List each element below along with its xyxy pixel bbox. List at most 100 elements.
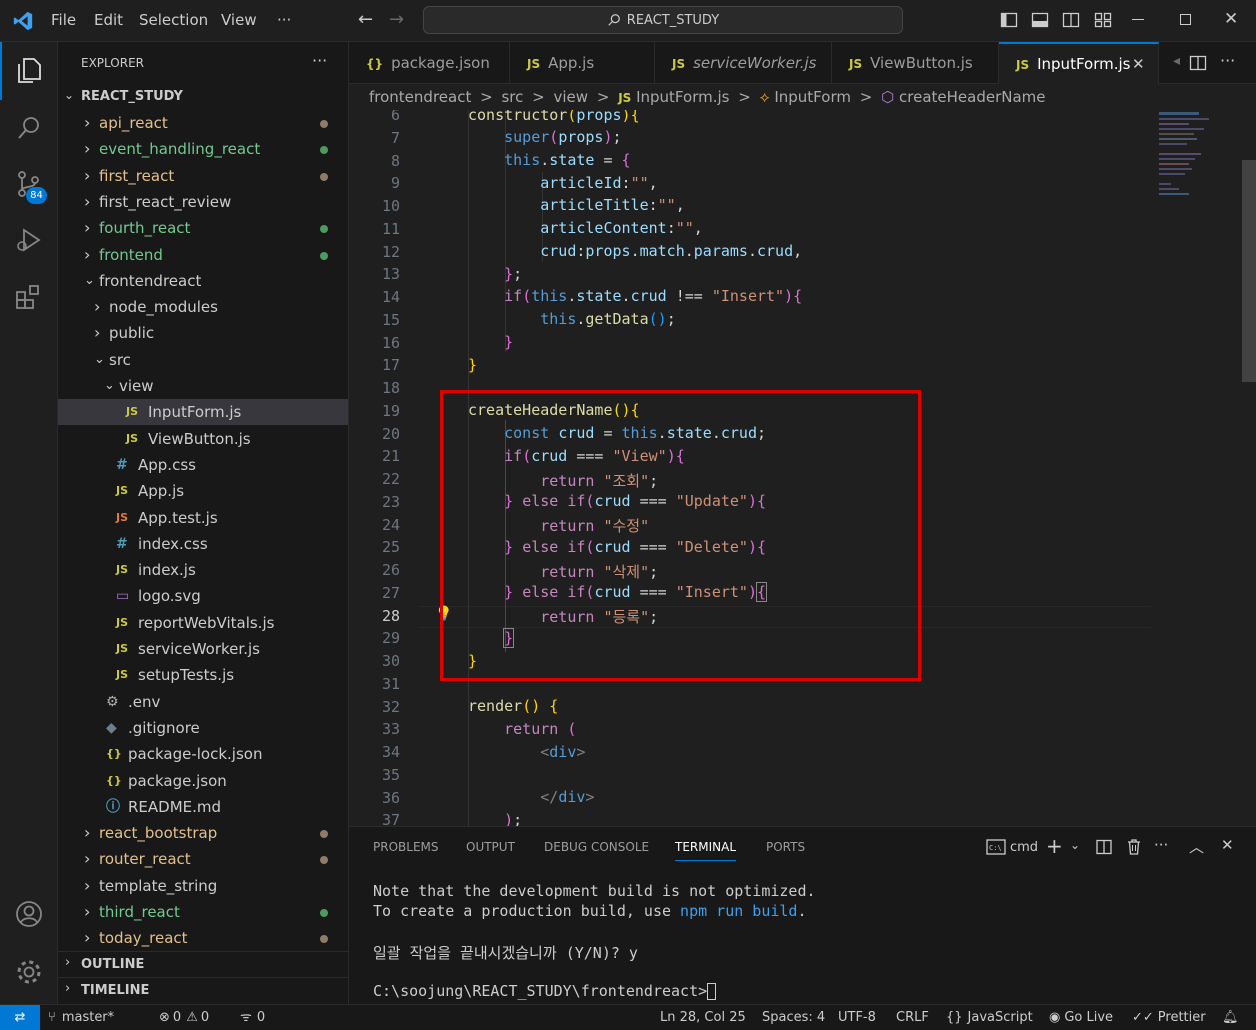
crumb-frontendreact[interactable]: frontendreact [369, 88, 471, 106]
code-editor[interactable]: 6 7 8 9 10 11 12 13 14 15 16 17 18 19 20 21 22 23 24 25 26 27… [349, 110, 1256, 826]
tree-file[interactable]: JS App.js [58, 478, 348, 504]
end-of-line[interactable]: CRLF [896, 1005, 929, 1030]
prettier-status[interactable]: ✓✓ Prettier [1132, 1005, 1206, 1030]
tree-file[interactable]: ⓘ README.md [58, 794, 348, 820]
tree-file[interactable]: ⚙ .env [58, 689, 348, 715]
tree-folder[interactable]: › node_modules [58, 294, 348, 320]
crumb-class[interactable]: InputForm [774, 88, 851, 106]
tree-folder[interactable]: › template_string [58, 873, 348, 899]
search-sidebar-icon[interactable] [13, 112, 45, 144]
crumb-method[interactable]: createHeaderName [899, 88, 1045, 106]
tab-output[interactable]: OUTPUT [466, 840, 515, 854]
notifications-bell-icon[interactable]: 🔔︎ [1222, 1005, 1239, 1030]
remote-indicator-icon[interactable]: ⇄ [0, 1005, 40, 1030]
explorer-icon[interactable] [13, 54, 45, 86]
tree-folder[interactable]: › router_react [58, 846, 348, 872]
tree-file[interactable]: # App.css [58, 452, 348, 478]
tree-file[interactable]: # index.css [58, 531, 348, 557]
panel-more-icon[interactable]: ··· [1154, 836, 1168, 854]
tree-folder[interactable]: › public [58, 320, 348, 346]
editor-scrollbar-thumb[interactable] [1242, 160, 1256, 382]
explorer-more-icon[interactable]: ··· [312, 51, 327, 70]
tree-folder[interactable]: › api_react [58, 110, 348, 136]
tree-folder[interactable]: ⌄ view [58, 373, 348, 399]
terminal-prompt[interactable]: C:\soojung\REACT_STUDY\frontendreact> [373, 982, 717, 1000]
tree-file[interactable]: ▭ logo.svg [58, 583, 348, 609]
tree-folder[interactable]: › third_react [58, 899, 348, 925]
workspace-root[interactable]: ⌄ REACT_STUDY [58, 84, 348, 110]
tree-file[interactable]: {} package-lock.json [58, 741, 348, 767]
editor-more-icon[interactable]: ··· [1220, 51, 1235, 70]
tab-app-js[interactable]: JS App.js [510, 42, 655, 84]
tree-file[interactable]: JS serviceWorker.js [58, 636, 348, 662]
accounts-icon[interactable] [13, 898, 45, 930]
tree-folder[interactable]: › fourth_react [58, 215, 348, 241]
tree-folder[interactable]: › today_react [58, 925, 348, 951]
customize-layout-icon[interactable] [1094, 11, 1112, 29]
tree-folder[interactable]: ⌄ frontendreact [58, 268, 348, 294]
tree-folder[interactable]: › event_handling_react [58, 136, 348, 162]
go-live-button[interactable]: ◉ Go Live [1049, 1005, 1113, 1030]
tab-debug-console[interactable]: DEBUG CONSOLE [544, 840, 649, 854]
split-editor-icon[interactable] [1189, 54, 1207, 72]
outline-section[interactable]: › OUTLINE [58, 951, 348, 977]
tree-file[interactable]: JS App.test.js [58, 505, 348, 531]
crumb-file[interactable]: InputForm.js [636, 88, 729, 106]
toggle-panel-icon[interactable] [1031, 11, 1049, 29]
toggle-primary-sidebar-icon[interactable] [1000, 11, 1018, 29]
tab-problems[interactable]: PROBLEMS [373, 840, 439, 854]
maximize-icon[interactable] [1180, 14, 1191, 25]
menu-selection[interactable]: Selection [139, 11, 208, 29]
command-center-search[interactable]: REACT_STUDY [423, 6, 903, 34]
tree-folder[interactable]: › react_bootstrap [58, 820, 348, 846]
terminal-shell-label[interactable]: cmd [1010, 840, 1038, 855]
tab-package-json[interactable]: {} package.json [349, 42, 510, 84]
tree-folder[interactable]: ⌄ src [58, 347, 348, 373]
branch-indicator[interactable]: ⑂ master* [48, 1005, 114, 1030]
tree-file[interactable]: JS InputForm.js [58, 399, 348, 426]
problems-indicator[interactable]: ⊗ 0 ⚠ 0 [159, 1005, 209, 1030]
close-panel-icon[interactable]: ✕ [1221, 836, 1234, 854]
toggle-secondary-sidebar-icon[interactable] [1062, 11, 1080, 29]
indentation[interactable]: Spaces: 4 [762, 1005, 825, 1030]
back-arrow-icon[interactable]: ← [358, 9, 373, 30]
extensions-icon[interactable] [13, 282, 45, 314]
run-debug-icon[interactable] [13, 224, 45, 256]
menu-file[interactable]: File [51, 11, 76, 29]
menu-more[interactable]: ··· [277, 11, 291, 29]
language-mode[interactable]: {} JavaScript [946, 1005, 1033, 1030]
tree-file[interactable]: JS reportWebVitals.js [58, 610, 348, 636]
minimize-icon[interactable] [1132, 19, 1144, 20]
tree-folder[interactable]: › first_react_review [58, 189, 348, 215]
tab-overflow-icon[interactable]: ◂ [1173, 53, 1180, 69]
cursor-position[interactable]: Ln 28, Col 25 [660, 1005, 746, 1030]
settings-gear-icon[interactable] [13, 956, 45, 988]
tree-folder[interactable]: › frontend [58, 242, 348, 268]
encoding[interactable]: UTF-8 [838, 1005, 876, 1030]
menu-view[interactable]: View [221, 11, 257, 29]
forward-arrow-icon[interactable]: → [389, 9, 404, 30]
maximize-panel-icon[interactable]: ︿ [1189, 836, 1204, 857]
tab-serviceworker-js[interactable]: JS serviceWorker.js [655, 42, 832, 84]
tree-file[interactable]: JS ViewButton.js [58, 426, 348, 452]
new-terminal-icon[interactable]: + [1046, 834, 1063, 858]
menu-edit[interactable]: Edit [94, 11, 123, 29]
minimap[interactable] [1159, 110, 1239, 220]
ports-indicator[interactable]: ᯤ0 [240, 1005, 265, 1030]
split-terminal-icon[interactable] [1096, 839, 1112, 855]
close-tab-icon[interactable]: ✕ [1132, 44, 1145, 84]
tree-file[interactable]: JS setupTests.js [58, 662, 348, 688]
tree-file[interactable]: {} package.json [58, 768, 348, 794]
tab-viewbutton-js[interactable]: JS ViewButton.js [832, 42, 999, 84]
tab-inputform-js[interactable]: JS InputForm.js ✕ [999, 42, 1159, 84]
tab-terminal[interactable]: TERMINAL [675, 840, 737, 861]
trash-icon[interactable] [1126, 838, 1142, 855]
crumb-view[interactable]: view [554, 88, 589, 106]
tab-ports[interactable]: PORTS [766, 840, 805, 854]
close-window-icon[interactable]: ✕ [1224, 9, 1238, 29]
tree-folder[interactable]: › first_react [58, 163, 348, 189]
tree-file[interactable]: JS index.js [58, 557, 348, 583]
tree-file[interactable]: ◆ .gitignore [58, 715, 348, 741]
crumb-src[interactable]: src [501, 88, 523, 106]
timeline-section[interactable]: › TIMELINE [58, 977, 348, 1003]
